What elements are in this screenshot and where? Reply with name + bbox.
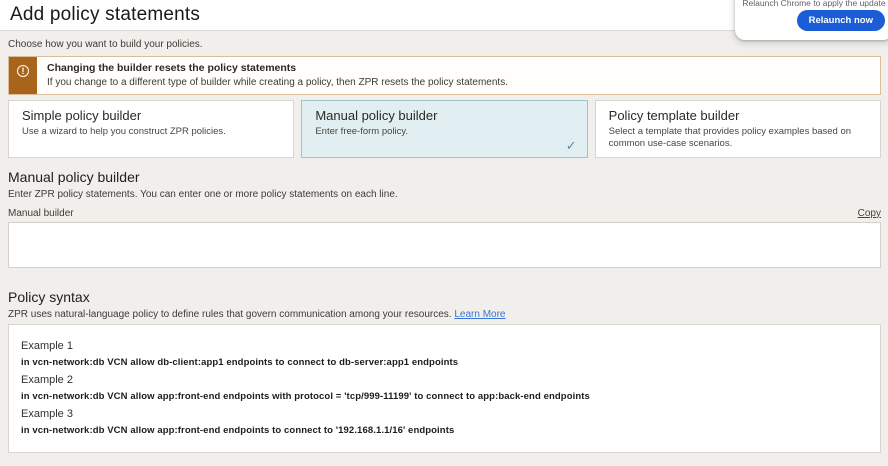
- intro-text: Choose how you want to build your polici…: [8, 39, 881, 50]
- card-title: Policy template builder: [609, 108, 867, 123]
- policy-syntax-description: ZPR uses natural-language policy to defi…: [8, 309, 881, 320]
- browser-update-popup: Relaunch Chrome to apply the update Rela…: [735, 0, 888, 40]
- example-label: Example 3: [21, 408, 868, 420]
- card-description: Use a wizard to help you construct ZPR p…: [22, 126, 280, 138]
- relaunch-now-button[interactable]: Relaunch now: [797, 10, 885, 31]
- builder-cards-row: Simple policy builder Use a wizard to he…: [8, 100, 881, 158]
- main-content: Choose how you want to build your polici…: [0, 39, 888, 453]
- example-statement: in vcn-network:db VCN allow app:front-en…: [21, 391, 868, 402]
- alert-icon: !: [17, 65, 29, 77]
- card-description: Enter free-form policy.: [315, 126, 573, 138]
- card-description: Select a template that provides policy e…: [609, 126, 867, 150]
- example-statement: in vcn-network:db VCN allow db-client:ap…: [21, 357, 868, 368]
- manual-builder-heading: Manual policy builder: [8, 169, 881, 185]
- warning-banner: ! Changing the builder resets the policy…: [8, 56, 881, 95]
- warning-banner-body: If you change to a different type of bui…: [47, 77, 508, 88]
- example-label: Example 1: [21, 340, 868, 352]
- manual-builder-description: Enter ZPR policy statements. You can ent…: [8, 189, 881, 200]
- card-simple-policy-builder[interactable]: Simple policy builder Use a wizard to he…: [8, 100, 294, 158]
- learn-more-link[interactable]: Learn More: [454, 309, 505, 320]
- card-title: Manual policy builder: [315, 108, 573, 123]
- checkmark-icon: ✓: [566, 138, 577, 154]
- warning-banner-content: Changing the builder resets the policy s…: [37, 57, 518, 94]
- example-statement: in vcn-network:db VCN allow app:front-en…: [21, 425, 868, 436]
- card-manual-policy-builder[interactable]: Manual policy builder Enter free-form po…: [301, 100, 587, 158]
- policy-examples-box: Example 1 in vcn-network:db VCN allow db…: [8, 324, 881, 453]
- manual-builder-label-row: Manual builder Copy: [8, 208, 881, 219]
- policy-syntax-description-text: ZPR uses natural-language policy to defi…: [8, 309, 452, 320]
- policy-syntax-heading: Policy syntax: [8, 289, 881, 305]
- card-policy-template-builder[interactable]: Policy template builder Select a templat…: [595, 100, 881, 158]
- manual-builder-field-label: Manual builder: [8, 208, 74, 219]
- warning-banner-title: Changing the builder resets the policy s…: [47, 62, 508, 74]
- copy-link[interactable]: Copy: [858, 208, 881, 219]
- example-label: Example 2: [21, 374, 868, 386]
- warning-icon-block: !: [9, 57, 37, 94]
- card-title: Simple policy builder: [22, 108, 280, 123]
- update-popup-message: Relaunch Chrome to apply the update: [735, 0, 888, 8]
- manual-builder-textarea[interactable]: [8, 222, 881, 268]
